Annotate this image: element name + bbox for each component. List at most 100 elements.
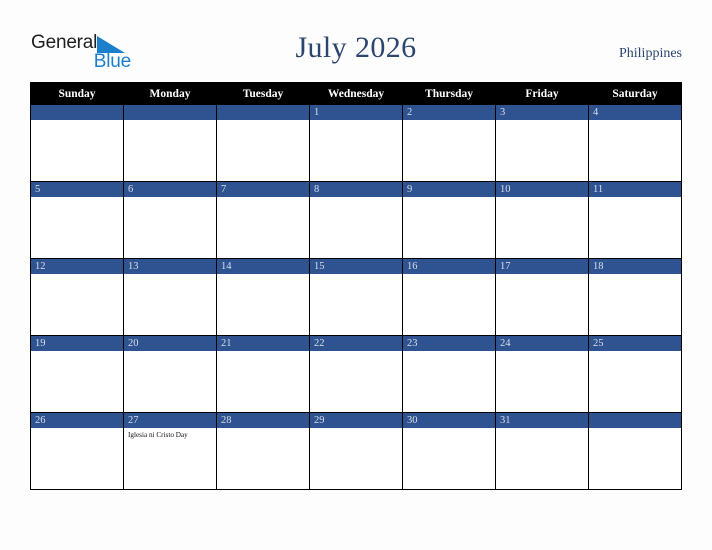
day-cell-content: 15 xyxy=(310,259,402,335)
calendar-day-cell[interactable]: 7 xyxy=(216,181,310,259)
calendar-day-cell[interactable]: 27 Iglesia ni Cristo Day xyxy=(123,412,217,490)
day-number: 22 xyxy=(310,336,402,351)
calendar-week-row: 19 20 21 22 23 24 25 xyxy=(30,335,682,413)
day-cell-content: 11 xyxy=(589,182,681,258)
calendar-day-cell[interactable]: 17 xyxy=(495,258,589,336)
calendar-day-cell[interactable]: 11 xyxy=(588,181,682,259)
calendar-day-cell[interactable]: 16 xyxy=(402,258,496,336)
day-cell-content: 31 xyxy=(496,413,588,489)
day-number: 3 xyxy=(496,105,588,120)
calendar-week-row: 26 27 Iglesia ni Cristo Day 28 29 30 31 xyxy=(30,412,682,490)
page-title: July 2026 xyxy=(295,31,417,64)
calendar-day-cell[interactable]: 14 xyxy=(216,258,310,336)
day-number: 29 xyxy=(310,413,402,428)
day-number: 10 xyxy=(496,182,588,197)
page-header: General Blue July 2026 Philippines xyxy=(0,0,712,82)
calendar-day-cell[interactable]: 24 xyxy=(495,335,589,413)
day-events xyxy=(403,428,495,431)
calendar-day-cell[interactable]: 25 xyxy=(588,335,682,413)
calendar-day-cell[interactable]: 4 xyxy=(588,104,682,182)
day-events xyxy=(124,120,216,123)
calendar-page: General Blue July 2026 Philippines Sunda… xyxy=(0,0,712,550)
calendar-day-cell[interactable]: 3 xyxy=(495,104,589,182)
calendar-day-cell[interactable]: 30 xyxy=(402,412,496,490)
day-events xyxy=(310,428,402,431)
calendar-day-cell[interactable] xyxy=(123,104,217,182)
day-number: 7 xyxy=(217,182,309,197)
day-cell-content: 17 xyxy=(496,259,588,335)
day-number xyxy=(31,105,123,120)
day-cell-content: 3 xyxy=(496,105,588,181)
day-number xyxy=(217,105,309,120)
weekday-header-wednesday: Wednesday xyxy=(309,82,403,105)
country-label: Philippines xyxy=(618,46,682,61)
calendar-day-cell[interactable]: 10 xyxy=(495,181,589,259)
day-cell-content: 26 xyxy=(31,413,123,489)
day-cell-content: 1 xyxy=(310,105,402,181)
calendar-day-cell[interactable] xyxy=(216,104,310,182)
day-events xyxy=(403,274,495,277)
calendar-day-cell[interactable]: 19 xyxy=(30,335,124,413)
day-cell-content: 14 xyxy=(217,259,309,335)
day-events xyxy=(310,274,402,277)
day-number: 16 xyxy=(403,259,495,274)
calendar-day-cell[interactable]: 23 xyxy=(402,335,496,413)
day-events xyxy=(403,197,495,200)
calendar-day-cell[interactable] xyxy=(30,104,124,182)
calendar-day-cell[interactable]: 18 xyxy=(588,258,682,336)
day-events xyxy=(496,428,588,431)
calendar-week-row: 5 6 7 8 9 10 11 xyxy=(30,181,682,259)
day-number: 27 xyxy=(124,413,216,428)
day-number: 28 xyxy=(217,413,309,428)
day-cell-content: 16 xyxy=(403,259,495,335)
calendar-day-cell[interactable]: 22 xyxy=(309,335,403,413)
day-number: 26 xyxy=(31,413,123,428)
day-cell-content xyxy=(217,105,309,181)
day-events xyxy=(124,197,216,200)
day-number: 18 xyxy=(589,259,681,274)
calendar-day-cell[interactable]: 13 xyxy=(123,258,217,336)
day-events xyxy=(217,120,309,123)
day-events xyxy=(589,120,681,123)
day-events xyxy=(124,274,216,277)
calendar-day-cell[interactable]: 21 xyxy=(216,335,310,413)
day-events xyxy=(217,197,309,200)
calendar-day-cell[interactable]: 12 xyxy=(30,258,124,336)
calendar-day-cell[interactable]: 8 xyxy=(309,181,403,259)
day-events xyxy=(217,428,309,431)
day-cell-content: 12 xyxy=(31,259,123,335)
day-events xyxy=(31,428,123,431)
calendar-day-cell[interactable]: 9 xyxy=(402,181,496,259)
calendar-day-cell[interactable]: 1 xyxy=(309,104,403,182)
day-number: 1 xyxy=(310,105,402,120)
day-cell-content: 10 xyxy=(496,182,588,258)
day-events xyxy=(589,197,681,200)
calendar-day-cell[interactable]: 20 xyxy=(123,335,217,413)
calendar-day-cell[interactable]: 5 xyxy=(30,181,124,259)
day-number: 23 xyxy=(403,336,495,351)
day-cell-content xyxy=(589,413,681,489)
day-number: 2 xyxy=(403,105,495,120)
day-number: 11 xyxy=(589,182,681,197)
calendar-day-cell[interactable]: 26 xyxy=(30,412,124,490)
calendar-day-cell[interactable]: 15 xyxy=(309,258,403,336)
day-number: 24 xyxy=(496,336,588,351)
day-number xyxy=(124,105,216,120)
calendar-day-cell[interactable] xyxy=(588,412,682,490)
day-number: 31 xyxy=(496,413,588,428)
day-number: 8 xyxy=(310,182,402,197)
day-events xyxy=(217,351,309,354)
calendar-day-cell[interactable]: 29 xyxy=(309,412,403,490)
day-number: 12 xyxy=(31,259,123,274)
weekday-header-row: Sunday Monday Tuesday Wednesday Thursday… xyxy=(30,82,682,105)
calendar-day-cell[interactable]: 2 xyxy=(402,104,496,182)
calendar-day-cell[interactable]: 6 xyxy=(123,181,217,259)
calendar-day-cell[interactable]: 31 xyxy=(495,412,589,490)
day-events xyxy=(403,351,495,354)
calendar-day-cell[interactable]: 28 xyxy=(216,412,310,490)
calendar-week-row: 1234 xyxy=(30,104,682,182)
day-number: 17 xyxy=(496,259,588,274)
day-events xyxy=(403,120,495,123)
holiday-label: Iglesia ni Cristo Day xyxy=(128,431,188,439)
day-number: 25 xyxy=(589,336,681,351)
